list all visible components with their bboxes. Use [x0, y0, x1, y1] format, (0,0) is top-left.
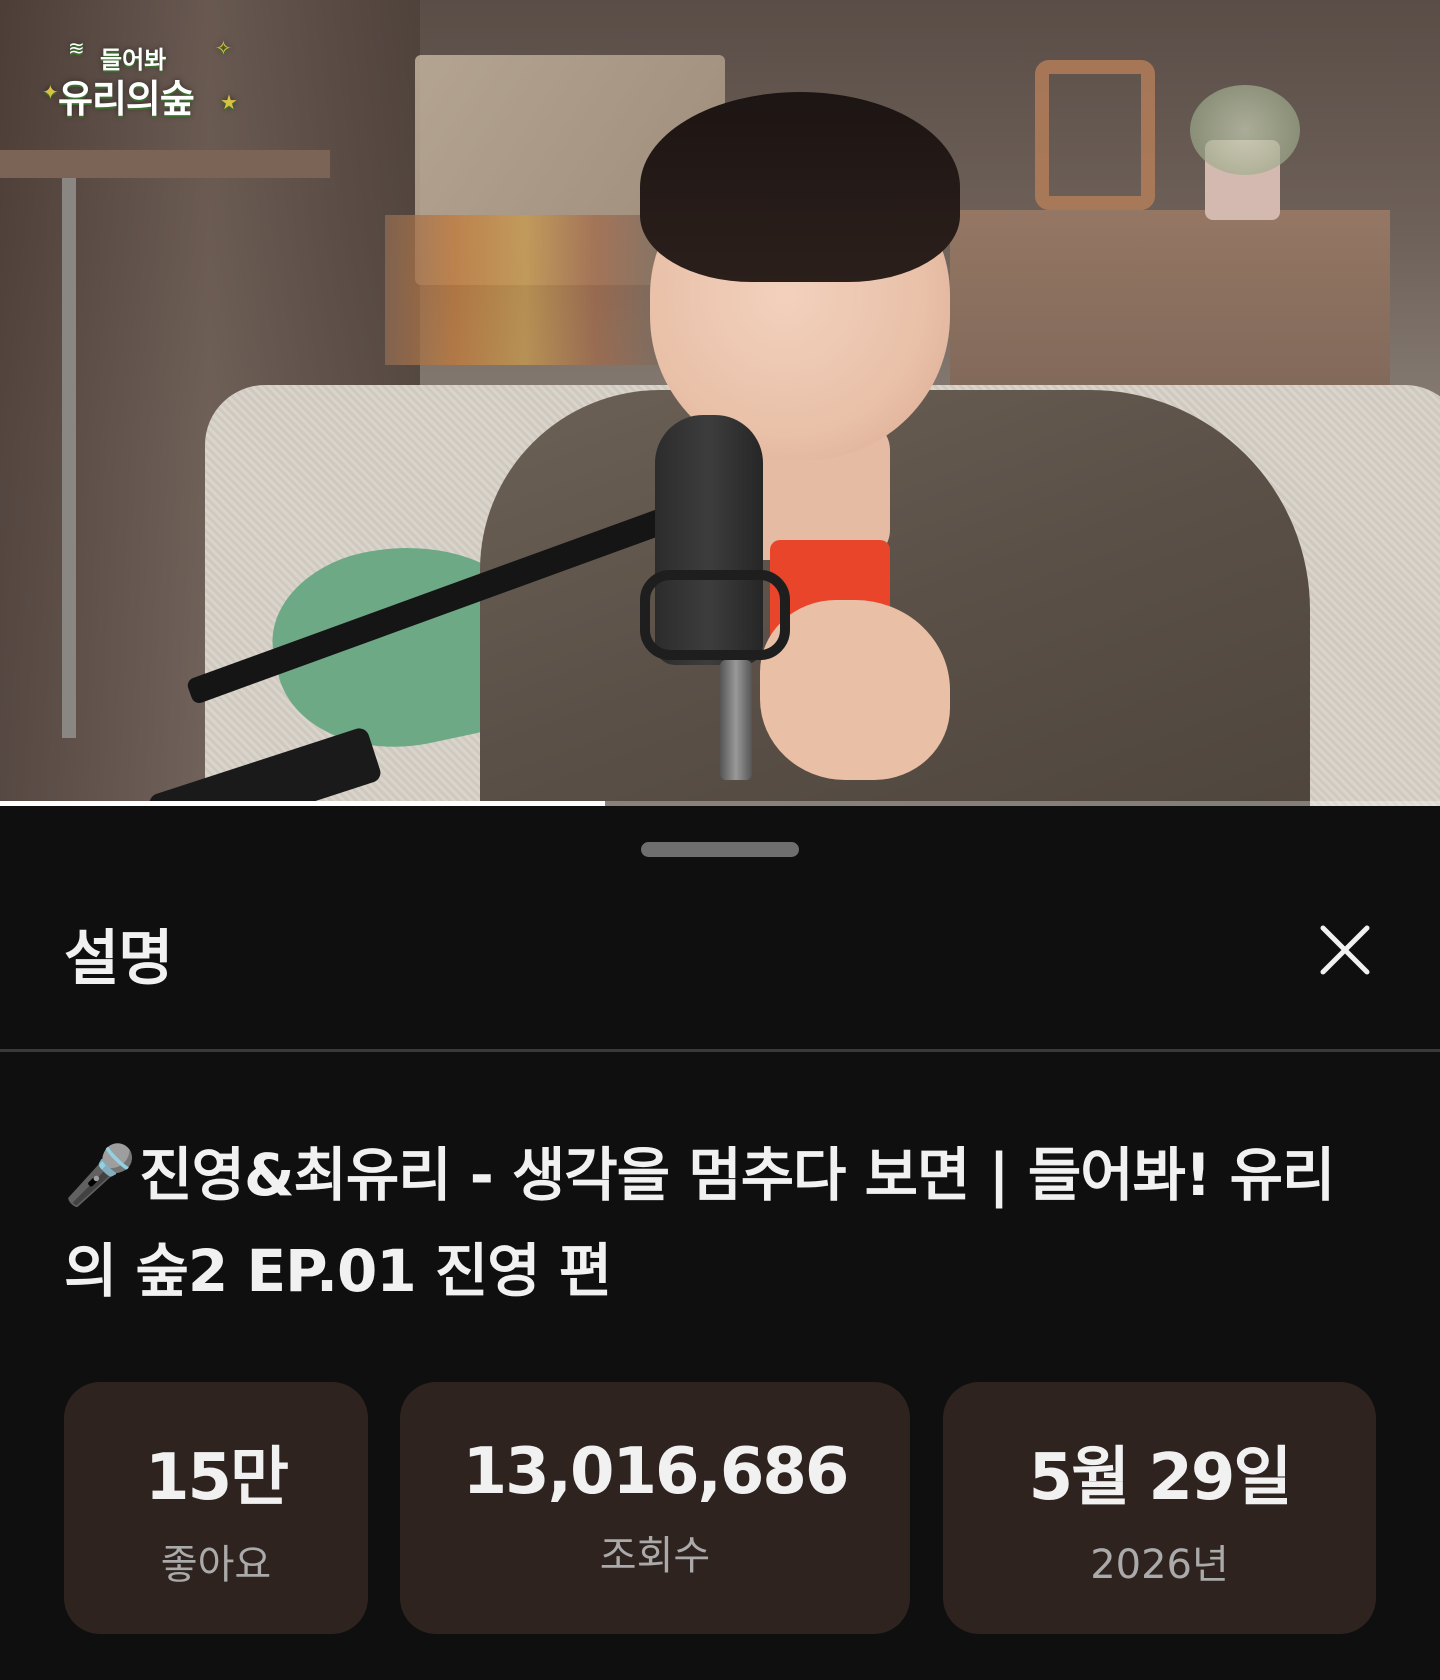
upload-date: 5월 29일	[1028, 1441, 1293, 1515]
upload-date-stat: 5월 29일 2026년	[943, 1382, 1376, 1634]
person-hair	[640, 92, 960, 282]
likes-count: 15만	[145, 1441, 289, 1515]
background-rocking-horse	[1035, 60, 1155, 210]
likes-stat: 15만 좋아요	[64, 1382, 368, 1634]
description-sheet: 설명 🎤진영&최유리 - 생각을 멈추다 보면 | 들어봐! 유리의 숲2 EP…	[0, 812, 1440, 1680]
background-cabinet	[950, 210, 1390, 410]
video-progress-bar[interactable]	[0, 801, 1440, 806]
views-stat: 13,016,686 조회수	[400, 1382, 910, 1634]
header-divider	[0, 1049, 1440, 1052]
video-player[interactable]: ✦ ≋ ✧ ★ 들어봐 유리의숲	[0, 0, 1440, 806]
microphone-icon: 🎤	[64, 1141, 136, 1209]
sheet-drag-handle[interactable]	[641, 842, 799, 857]
video-progress-fill	[0, 801, 605, 806]
upload-year: 2026년	[1090, 1542, 1229, 1588]
video-title: 🎤진영&최유리 - 생각을 멈추다 보면 | 들어봐! 유리의 숲2 EP.01…	[64, 1127, 1384, 1319]
close-button[interactable]	[1300, 910, 1390, 990]
wind-icon: ≋	[68, 36, 85, 60]
sparkle-icon: ✧	[215, 36, 232, 60]
close-icon	[1320, 925, 1370, 975]
channel-logo: ✦ ≋ ✧ ★ 들어봐 유리의숲	[40, 28, 240, 128]
background-shelf	[0, 150, 330, 178]
app-screen: ✦ ≋ ✧ ★ 들어봐 유리의숲 설명 🎤진영&최유리 - 생각을 멈추다 보면…	[0, 0, 1440, 1680]
star-icon: ★	[220, 90, 238, 114]
channel-logo-line2: 유리의숲	[58, 77, 195, 121]
mic-connector	[720, 660, 752, 780]
likes-label: 좋아요	[160, 1542, 272, 1588]
sheet-title: 설명	[64, 924, 173, 994]
views-label: 조회수	[599, 1533, 711, 1579]
leaf-icon: ✦	[42, 80, 59, 104]
mic-shock-mount	[640, 570, 790, 660]
stats-row: 15만 좋아요 13,016,686 조회수 5월 29일 2026년	[64, 1382, 1376, 1634]
background-shelf-leg	[62, 178, 76, 738]
background-plant	[1190, 85, 1300, 175]
views-count: 13,016,686	[462, 1435, 850, 1509]
video-title-text: 진영&최유리 - 생각을 멈추다 보면 | 들어봐! 유리의 숲2 EP.01 …	[64, 1141, 1335, 1305]
